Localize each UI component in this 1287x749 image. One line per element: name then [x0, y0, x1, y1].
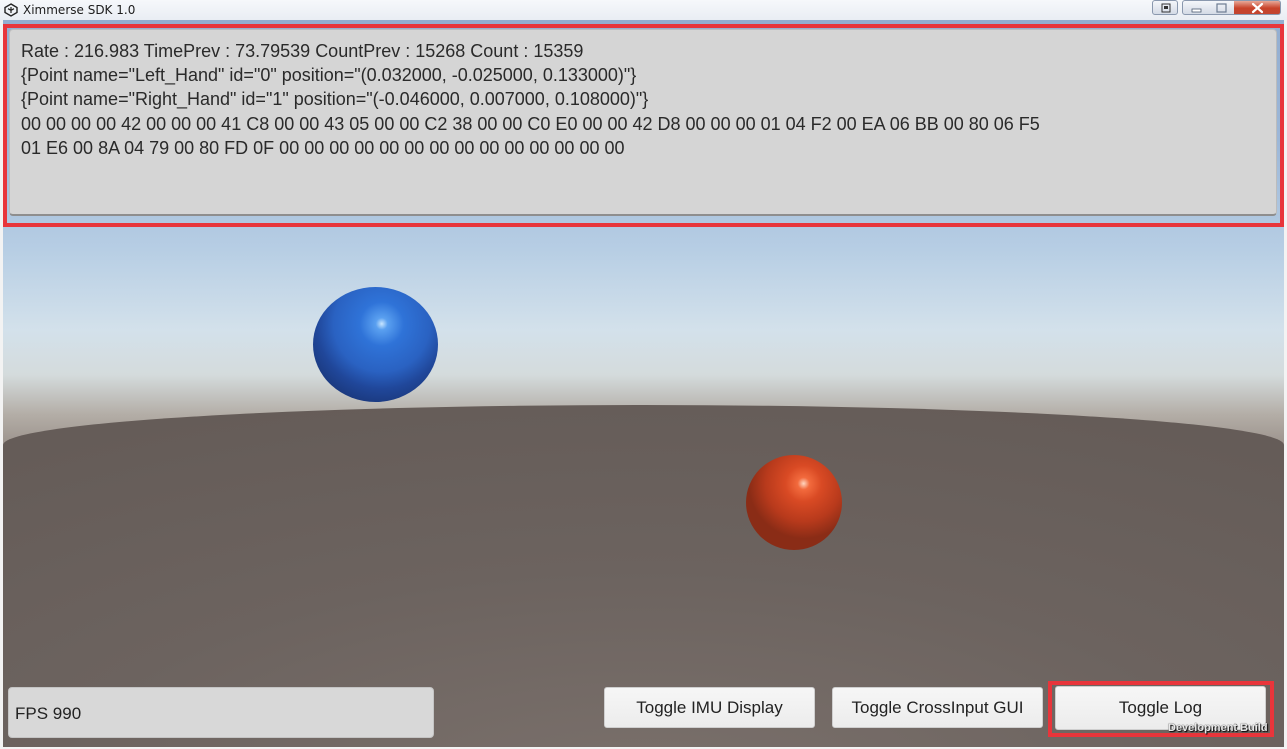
restore-button[interactable]: [1152, 0, 1178, 15]
right-hand-sphere: [746, 455, 842, 550]
development-build-watermark: Development Build: [1168, 722, 1268, 734]
left-hand-sphere: [313, 287, 438, 402]
fps-box: FPS 990: [8, 687, 434, 738]
window-titlebar: Ximmerse SDK 1.0: [0, 0, 1287, 20]
maximize-button[interactable]: [1208, 0, 1235, 15]
toggle-crossinput-gui-button[interactable]: Toggle CrossInput GUI: [832, 687, 1043, 728]
fps-label: FPS 990: [15, 704, 82, 723]
close-button[interactable]: [1234, 0, 1281, 15]
minimize-button[interactable]: [1182, 0, 1209, 15]
window-title: Ximmerse SDK 1.0: [23, 3, 136, 17]
log-panel-highlight: [3, 24, 1284, 227]
game-viewport: Rate : 216.983 TimePrev : 73.79539 Count…: [3, 20, 1284, 747]
unity-logo-icon: [4, 3, 18, 17]
toggle-imu-display-button[interactable]: Toggle IMU Display: [604, 687, 815, 728]
